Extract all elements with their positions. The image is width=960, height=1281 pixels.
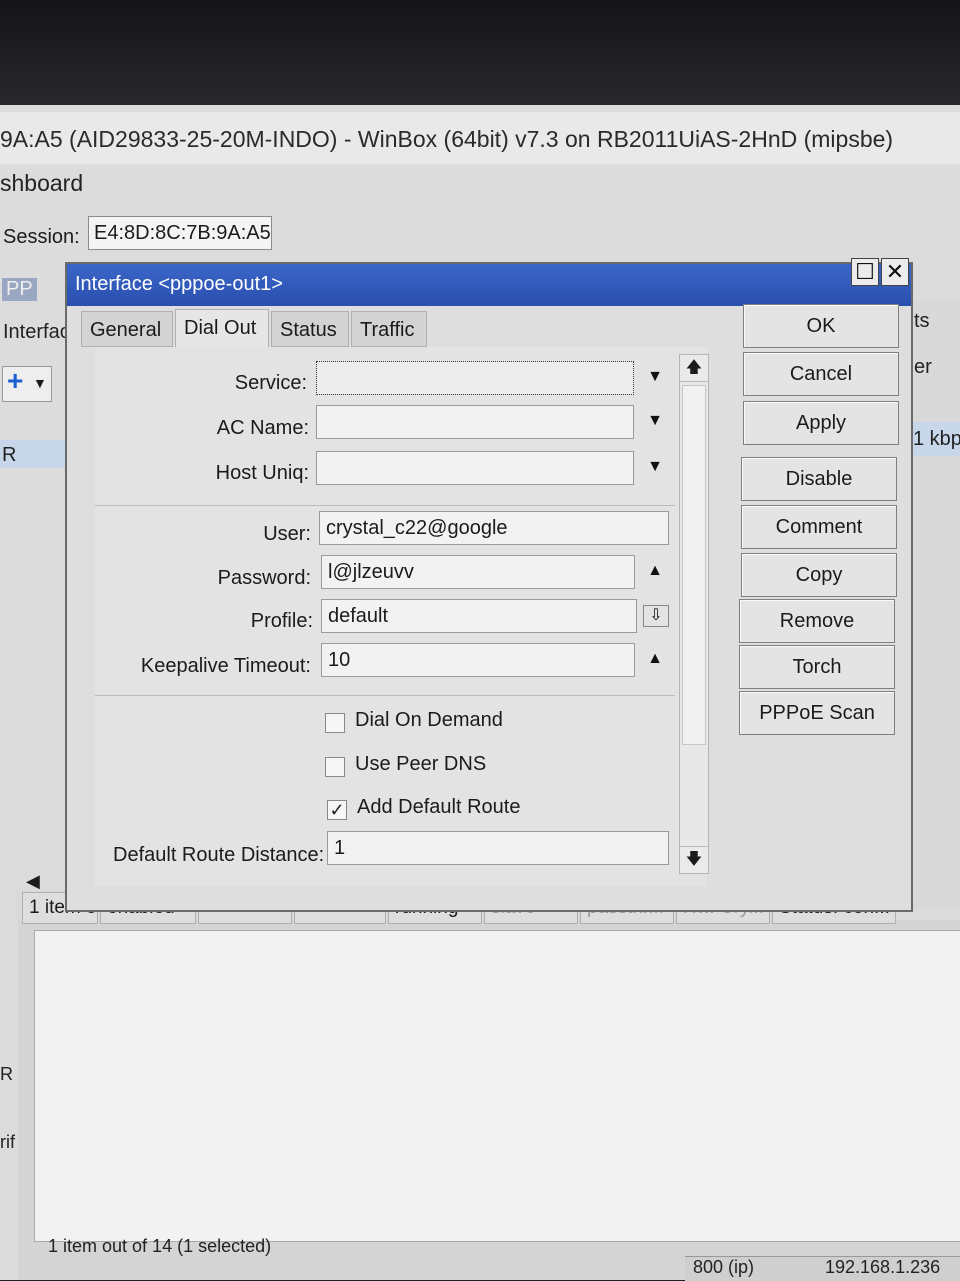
- tab-general[interactable]: General: [81, 311, 173, 347]
- use-peer-dns-checkbox[interactable]: [325, 757, 345, 777]
- arrow-up-icon: 🡅: [685, 359, 703, 376]
- bg-add-button[interactable]: + ▼: [2, 365, 52, 402]
- pppoe-scan-button[interactable]: PPPoE Scan: [739, 691, 895, 735]
- tab-traffic[interactable]: Traffic: [351, 311, 427, 347]
- distance-field[interactable]: 1: [327, 831, 669, 865]
- add-default-route-label: Add Default Route: [357, 796, 521, 818]
- apply-button[interactable]: Apply: [743, 401, 899, 445]
- user-label: User:: [263, 523, 311, 545]
- host-uniq-dropdown-icon[interactable]: ▼: [643, 457, 667, 477]
- bg-lower-status: 1 item out of 14 (1 selected): [48, 1236, 272, 1256]
- use-peer-dns-label: Use Peer DNS: [355, 753, 487, 775]
- scroll-up-button[interactable]: 🡅: [680, 355, 708, 382]
- dialog-titlebar[interactable]: Interface <pppoe-out1>: [67, 264, 911, 306]
- host-uniq-field[interactable]: [316, 451, 634, 485]
- bg-left-fragment-r: R: [0, 1064, 13, 1084]
- profile-field[interactable]: default: [321, 599, 637, 633]
- dialog-title: Interface <pppoe-out1>: [75, 273, 283, 295]
- keepalive-label: Keepalive Timeout:: [140, 655, 311, 677]
- bg-bottom-bar: 800 (ip) 192.168.1.236: [685, 1256, 960, 1281]
- bg-right-columns: [905, 300, 960, 910]
- close-icon: ✕: [885, 259, 905, 284]
- user-field[interactable]: crystal_c22@google: [319, 511, 669, 545]
- service-label: Service:: [234, 372, 307, 394]
- form-scrollbar[interactable]: 🡅 🡇: [679, 354, 709, 874]
- ac-name-label: AC Name:: [216, 417, 309, 439]
- session-label: Session:: [3, 226, 80, 248]
- torch-button[interactable]: Torch: [739, 645, 895, 689]
- keepalive-collapse-icon[interactable]: ▲: [643, 649, 667, 669]
- distance-label: Default Route Distance:: [113, 844, 325, 866]
- add-default-route-checkbox[interactable]: ✓: [327, 800, 347, 820]
- window-title: 9A:A5 (AID29833-25-20M-INDO) - WinBox (6…: [0, 126, 894, 152]
- bg-rate-text: 1 kbp: [913, 428, 960, 450]
- dial-on-demand-checkbox[interactable]: [325, 713, 345, 733]
- password-field[interactable]: l@jlzeuvv: [321, 555, 635, 589]
- remove-button[interactable]: Remove: [739, 599, 895, 643]
- dial-on-demand-label: Dial On Demand: [355, 709, 503, 731]
- arrow-down-icon: 🡇: [685, 851, 703, 868]
- bg-bottom-right: 192.168.1.236: [825, 1257, 941, 1277]
- monitor-bezel: [0, 0, 960, 110]
- checkmark-icon: ✓: [329, 800, 345, 820]
- chevron-down-icon: ▼: [33, 375, 47, 391]
- password-collapse-icon[interactable]: ▲: [643, 561, 667, 581]
- menu-dashboard[interactable]: shboard: [0, 170, 83, 197]
- copy-button[interactable]: Copy: [741, 553, 897, 597]
- bg-lower-list: [34, 930, 960, 1242]
- password-label: Password:: [217, 567, 311, 589]
- bg-tab-interface[interactable]: Interfac: [3, 321, 70, 344]
- comment-button[interactable]: Comment: [741, 505, 897, 549]
- interface-dialog: Interface <pppoe-out1> ☐ ✕ General Dial …: [65, 258, 913, 912]
- arrow-left-icon: ◀: [26, 871, 40, 891]
- maximize-icon: ☐: [855, 259, 875, 284]
- bg-col-header-ts: ts: [914, 310, 930, 332]
- plus-icon: +: [7, 365, 24, 396]
- bg-bottom-left: 800 (ip): [693, 1257, 755, 1277]
- separator: [95, 505, 675, 506]
- host-uniq-label: Host Uniq:: [215, 462, 309, 484]
- scroll-down-button[interactable]: 🡇: [680, 846, 708, 873]
- maximize-button[interactable]: ☐: [851, 258, 879, 286]
- bg-left-fragment-rif: rif: [0, 1132, 15, 1152]
- bg-row-text: R: [2, 444, 17, 466]
- bg-window-title: PP: [2, 278, 37, 301]
- profile-dropdown-icon[interactable]: ⇩: [643, 605, 669, 627]
- profile-label: Profile:: [250, 610, 313, 632]
- bg-col-header-er: er: [914, 356, 932, 378]
- service-dropdown-icon[interactable]: ▼: [643, 367, 667, 387]
- disable-button[interactable]: Disable: [741, 457, 897, 501]
- cancel-button[interactable]: Cancel: [743, 352, 899, 396]
- keepalive-field[interactable]: 10: [321, 643, 635, 677]
- ok-button[interactable]: OK: [743, 304, 899, 348]
- ac-name-dropdown-icon[interactable]: ▼: [643, 411, 667, 431]
- session-field[interactable]: E4:8D:8C:7B:9A:A5: [88, 216, 272, 250]
- separator: [95, 695, 675, 696]
- window-titlebar: 9A:A5 (AID29833-25-20M-INDO) - WinBox (6…: [0, 112, 960, 164]
- tab-status[interactable]: Status: [271, 311, 349, 347]
- service-field[interactable]: [316, 361, 634, 395]
- dial-out-form: Service: ▼ AC Name: ▼ Host Uniq: ▼ User:…: [95, 347, 707, 887]
- tab-dial-out[interactable]: Dial Out: [175, 309, 269, 349]
- close-button[interactable]: ✕: [881, 258, 909, 286]
- scrollbar-thumb[interactable]: [682, 385, 706, 745]
- ac-name-field[interactable]: [316, 405, 634, 439]
